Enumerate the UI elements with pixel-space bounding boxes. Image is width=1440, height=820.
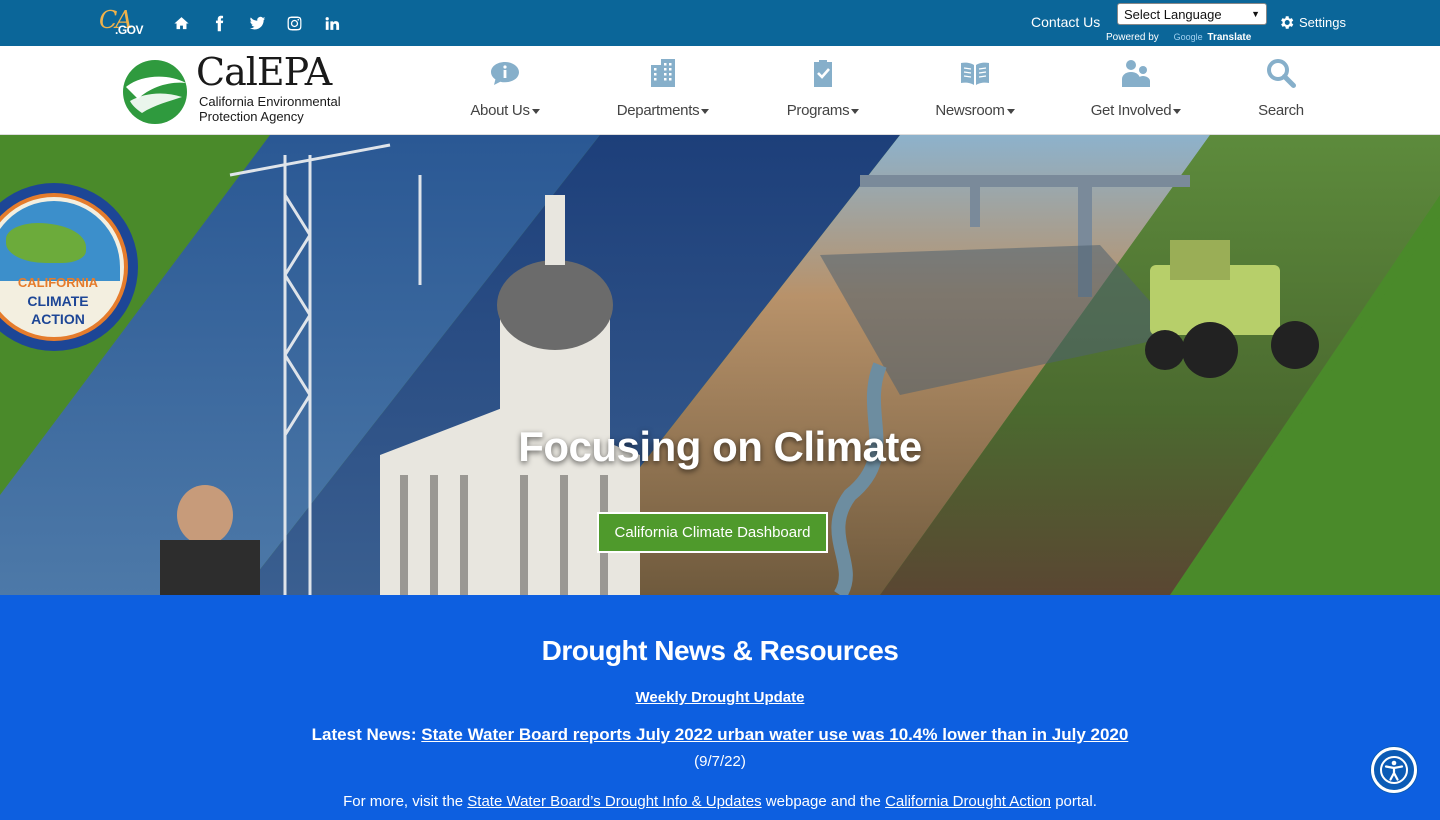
translate-link[interactable]: Translate bbox=[1207, 32, 1251, 43]
badge-line2: CLIMATE bbox=[27, 293, 89, 309]
caret-down-icon bbox=[1006, 108, 1015, 114]
drought-news-section: Drought News & Resources Weekly Drought … bbox=[0, 595, 1440, 820]
powered-by-google-translate: Powered by Google Translate bbox=[1106, 32, 1251, 43]
more-info-row: For more, visit the State Water Board’s … bbox=[0, 793, 1440, 810]
google-logo-text: Google bbox=[1173, 32, 1203, 42]
badge-line3: ACTION bbox=[31, 311, 85, 327]
climate-dashboard-button[interactable]: California Climate Dashboard bbox=[597, 512, 828, 553]
linkedin-icon[interactable] bbox=[321, 12, 343, 34]
nav-search[interactable]: Search bbox=[1254, 56, 1308, 126]
globe-icon bbox=[0, 201, 120, 281]
logo-subtitle-line1: California Environmental bbox=[199, 94, 341, 109]
caret-down-icon bbox=[851, 108, 860, 114]
weekly-drought-update-link[interactable]: Weekly Drought Update bbox=[636, 689, 805, 706]
clipboard-check-icon bbox=[806, 56, 840, 90]
powered-by-label: Powered by bbox=[1106, 32, 1159, 43]
hero-title: Focusing on Climate bbox=[518, 423, 922, 470]
twitter-icon[interactable] bbox=[246, 12, 268, 34]
latest-news-prefix: Latest News: bbox=[311, 725, 417, 744]
nav-get-involved-label: Get Involved bbox=[1090, 102, 1172, 119]
nav-newsroom[interactable]: Newsroom bbox=[932, 56, 1018, 126]
logo-subtitle-line2: Protection Agency bbox=[199, 109, 304, 124]
utility-bar: CA .GOV Contact Us Select Language ▼ Pow… bbox=[0, 0, 1440, 46]
caret-down-icon bbox=[531, 108, 540, 114]
logo-name: CalEPA bbox=[196, 50, 332, 94]
language-select[interactable]: Select Language ▼ bbox=[1117, 3, 1267, 25]
settings-button[interactable]: Settings bbox=[1278, 14, 1346, 31]
caret-down-icon bbox=[1173, 108, 1182, 114]
nav-get-involved[interactable]: Get Involved bbox=[1088, 56, 1184, 126]
calepa-logo[interactable]: CalEPA California Environmental Protecti… bbox=[120, 50, 350, 128]
gear-icon bbox=[1281, 16, 1294, 29]
logo-subtitle: California Environmental Protection Agen… bbox=[199, 94, 341, 124]
nav-departments-label: Departments bbox=[616, 102, 700, 119]
drought-section-title: Drought News & Resources bbox=[541, 635, 899, 666]
nav-about-us[interactable]: About Us bbox=[466, 56, 544, 126]
calepa-leaf-logo-icon bbox=[123, 60, 187, 124]
open-book-icon bbox=[958, 56, 992, 90]
ca-gov-logo[interactable]: CA .GOV bbox=[99, 6, 145, 38]
nav-departments[interactable]: Departments bbox=[612, 56, 714, 126]
weekly-drought-row: Weekly Drought Update bbox=[0, 689, 1440, 706]
drought-info-updates-link[interactable]: State Water Board’s Drought Info & Updat… bbox=[467, 793, 761, 810]
contact-us-link[interactable]: Contact Us bbox=[1031, 14, 1100, 30]
accessibility-button[interactable] bbox=[1371, 747, 1417, 793]
info-bubble-icon bbox=[488, 56, 522, 90]
nav-programs-label: Programs bbox=[786, 102, 850, 119]
latest-news-link[interactable]: State Water Board reports July 2022 urba… bbox=[421, 725, 1128, 744]
latest-news-date: (9/7/22) bbox=[694, 753, 746, 770]
search-icon bbox=[1264, 56, 1298, 90]
california-drought-action-link[interactable]: California Drought Action bbox=[885, 793, 1051, 810]
more-prefix: For more, visit the bbox=[343, 793, 464, 810]
badge-line1: CALIFORNIA bbox=[17, 275, 99, 290]
home-icon[interactable] bbox=[170, 12, 192, 34]
caret-down-icon bbox=[701, 108, 710, 114]
language-select-value: Select Language bbox=[1124, 6, 1222, 22]
more-suffix: portal. bbox=[1055, 793, 1097, 810]
bear-land-shape bbox=[6, 223, 86, 263]
site-header: CalEPA California Environmental Protecti… bbox=[0, 46, 1440, 135]
nav-newsroom-label: Newsroom bbox=[935, 102, 1005, 119]
settings-label: Settings bbox=[1299, 15, 1346, 30]
instagram-icon[interactable] bbox=[283, 12, 305, 34]
facebook-icon[interactable] bbox=[208, 12, 230, 34]
nav-programs[interactable]: Programs bbox=[782, 56, 864, 126]
people-icon bbox=[1119, 56, 1153, 90]
nav-about-us-label: About Us bbox=[470, 102, 530, 119]
building-icon bbox=[646, 56, 680, 90]
more-mid: webpage and the bbox=[765, 793, 881, 810]
hero-banner: CALIFORNIA CLIMATE ACTION Focusing on Cl… bbox=[0, 135, 1440, 595]
ca-gov-gov: .GOV bbox=[115, 23, 144, 37]
badge-inner: CALIFORNIA CLIMATE ACTION bbox=[0, 193, 128, 341]
latest-news-row: Latest News: State Water Board reports J… bbox=[0, 725, 1440, 745]
nav-search-label: Search bbox=[1258, 102, 1304, 119]
chevron-down-icon: ▼ bbox=[1251, 9, 1260, 19]
accessibility-icon bbox=[1380, 756, 1408, 784]
